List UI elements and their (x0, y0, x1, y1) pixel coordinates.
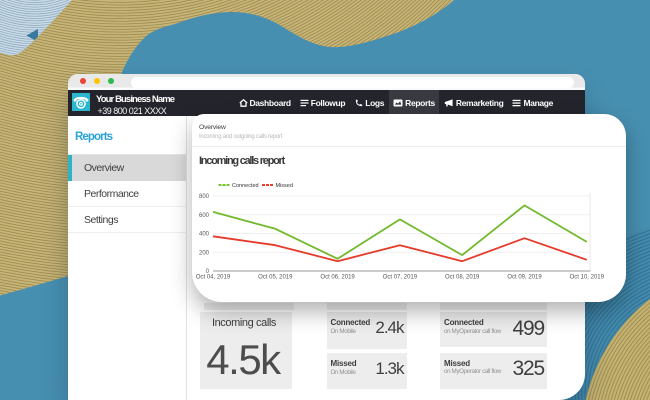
svg-text:200: 200 (199, 250, 210, 256)
svg-text:600: 600 (199, 213, 210, 219)
svg-text:400: 400 (199, 232, 210, 238)
svg-text:Oct 07, 2019: Oct 07, 2019 (383, 275, 418, 281)
svg-text:Oct 06, 2019: Oct 06, 2019 (320, 275, 355, 281)
svg-text:800: 800 (199, 194, 210, 200)
svg-text:Oct 10, 2019: Oct 10, 2019 (570, 275, 605, 281)
svg-text:Oct 05, 2019: Oct 05, 2019 (258, 275, 293, 281)
svg-text:Missed: Missed (276, 183, 293, 189)
svg-text:Oct 09, 2019: Oct 09, 2019 (507, 275, 542, 281)
svg-text:Oct 04, 2019: Oct 04, 2019 (196, 275, 231, 281)
svg-text:Connected: Connected (232, 183, 259, 189)
svg-text:Oct 08, 2019: Oct 08, 2019 (445, 275, 480, 281)
